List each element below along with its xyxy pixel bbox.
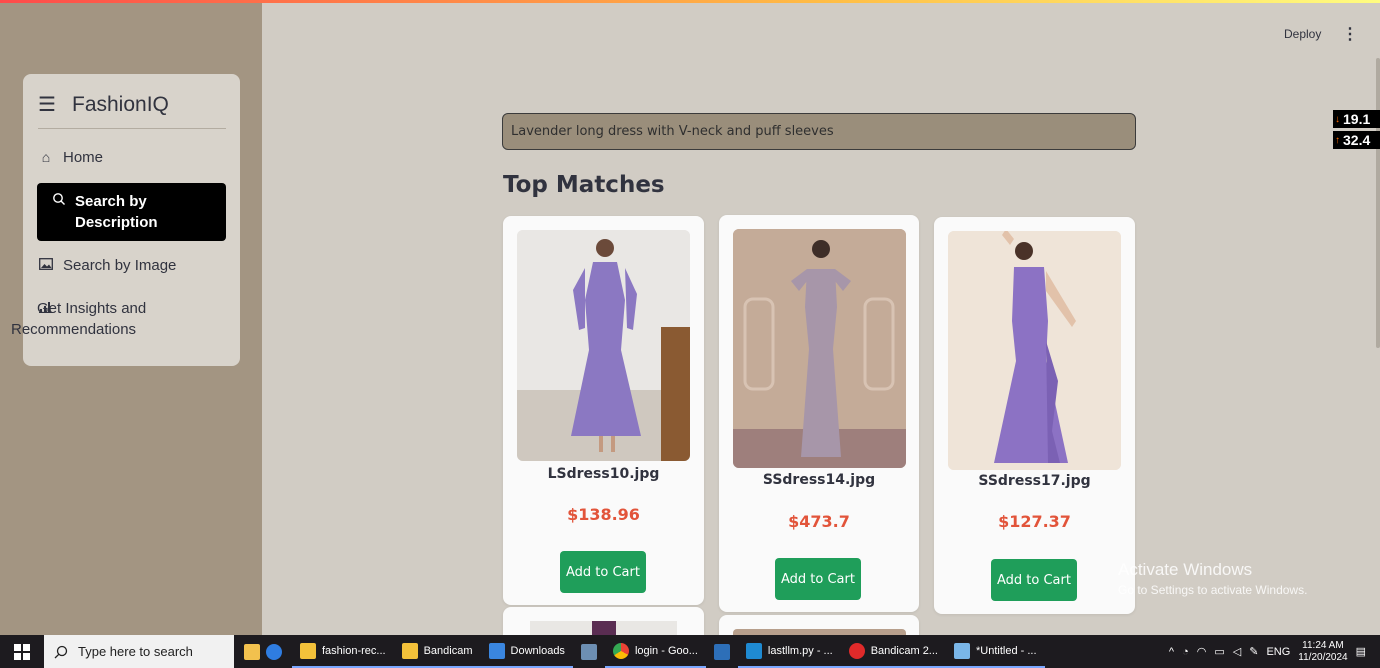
add-to-cart-button[interactable]: Add to Cart — [775, 558, 861, 600]
taskbar-app-label: Bandicam 2... — [870, 644, 938, 657]
search-icon — [54, 645, 68, 658]
notepad-icon — [953, 642, 970, 659]
add-to-cart-button[interactable]: Add to Cart — [560, 551, 646, 593]
taskbar-search[interactable]: Type here to search — [44, 635, 234, 668]
windows-start-button[interactable] — [0, 635, 44, 668]
nav-item-insights[interactable]: Get Insights and Recommendations — [11, 298, 237, 340]
badge-value: 19.1 — [1343, 111, 1371, 127]
product-image — [948, 231, 1121, 470]
taskbar-app-bandicam-folder[interactable]: Bandicam — [393, 635, 481, 668]
network-icon[interactable]: ◔ — [1182, 646, 1189, 658]
insights-label-text: Get Insights and Recommendations — [11, 300, 147, 338]
clock-date: 11/20/2024 — [1298, 651, 1348, 663]
folder-icon — [401, 642, 418, 659]
more-options-icon[interactable]: ⋮ — [1342, 24, 1358, 44]
app-icon — [580, 643, 597, 660]
product-price: $473.7 — [788, 512, 850, 531]
app-icon — [713, 643, 730, 660]
taskbar-app-devtool[interactable] — [706, 635, 738, 668]
taskbar-app-chrome[interactable]: login - Goo... — [604, 635, 706, 668]
taskbar-app-label: Downloads — [510, 644, 565, 657]
activate-windows-watermark: Activate Windows Go to Settings to activ… — [1118, 560, 1307, 597]
brand: ☰ FashionIQ — [38, 92, 169, 117]
taskbar-app-label: lastllm.py - ... — [767, 644, 833, 657]
brand-title: FashionIQ — [72, 92, 169, 116]
nav-item-label: Home — [63, 149, 104, 166]
record-icon — [848, 642, 865, 659]
nav-item-label: Get Insights and Recommendations — [11, 298, 211, 340]
nav-divider — [38, 128, 226, 129]
product-filename: LSdress10.jpg — [547, 466, 660, 482]
windows-logo-icon — [14, 643, 30, 660]
product-filename: SSdress14.jpg — [762, 472, 876, 488]
image-icon — [37, 255, 55, 276]
home-icon: ⌂ — [41, 149, 51, 165]
system-tray: ^ ◔ ◠ ▭ ◁ ✎ ENG 11:24 AM 11/20/2024 ▤ — [1169, 635, 1380, 668]
product-card: SSdress17.jpg $127.37 Add to Cart — [934, 217, 1135, 614]
taskbar-app-unknown[interactable] — [573, 635, 605, 668]
product-image — [517, 230, 690, 461]
product-filename: SSdress17.jpg — [978, 473, 1091, 489]
taskbar: Type here to search fashion-rec... Bandi… — [0, 635, 1380, 668]
vscode-icon — [745, 642, 762, 659]
taskbar-app-label: login - Goo... — [634, 644, 698, 657]
scrollbar[interactable] — [1376, 58, 1380, 348]
overlay-badge: ↓ 19.1 — [1333, 110, 1380, 128]
hamburger-icon[interactable]: ☰ — [38, 92, 56, 117]
taskbar-app-downloads[interactable]: Downloads — [480, 635, 573, 668]
watermark-subtitle: Go to Settings to activate Windows. — [1118, 583, 1308, 597]
badge-value: 32.4 — [1343, 132, 1371, 148]
taskbar-app-bandicam[interactable]: Bandicam 2... — [840, 635, 946, 668]
store-icon[interactable] — [266, 643, 282, 660]
search-icon — [51, 191, 67, 212]
clock-time: 11:24 AM — [1302, 639, 1344, 651]
folder-icon — [300, 642, 316, 659]
add-to-cart-button[interactable]: Add to Cart — [991, 559, 1077, 601]
taskbar-app-label: Bandicam — [423, 644, 473, 657]
product-image — [733, 229, 906, 468]
product-card: LSdress10.jpg $138.96 Add to Cart — [503, 216, 704, 605]
product-image — [530, 621, 677, 635]
image-fragment — [592, 621, 616, 635]
description-search-input[interactable]: Lavender long dress with V-neck and puff… — [502, 113, 1136, 150]
downloads-folder-icon — [488, 642, 505, 659]
taskbar-app-notepad[interactable]: *Untitled - ... — [945, 635, 1045, 668]
deploy-button[interactable]: Deploy — [1284, 27, 1321, 41]
wifi-icon[interactable]: ◠ — [1197, 645, 1207, 658]
chrome-icon — [612, 642, 629, 659]
nav-item-home[interactable]: ⌂ Home — [37, 147, 226, 168]
paint-icon[interactable] — [244, 643, 260, 660]
overlay-badge: ↑ 32.4 — [1333, 131, 1380, 149]
language-indicator[interactable]: ENG — [1266, 646, 1290, 658]
bar-chart-icon — [37, 298, 55, 319]
pen-icon[interactable]: ✎ — [1249, 645, 1258, 658]
nav-item-search-by-image[interactable]: Search by Image — [37, 255, 226, 276]
arrow-up-icon: ↑ — [1335, 134, 1340, 146]
taskbar-app-label: fashion-rec... — [322, 644, 386, 657]
notifications-icon[interactable]: ▤ — [1356, 645, 1366, 658]
nav-menu: ☰ FashionIQ ⌂ Home Search by Description… — [11, 74, 240, 366]
product-price: $138.96 — [567, 505, 640, 524]
taskbar-app-vscode[interactable]: lastllm.py - ... — [737, 635, 841, 668]
arrow-down-icon: ↓ — [1335, 113, 1340, 125]
product-price: $127.37 — [998, 512, 1071, 531]
volume-icon[interactable]: ◁ — [1233, 645, 1241, 658]
product-card: SSdress14.jpg $473.7 Add to Cart — [719, 215, 919, 612]
pinned-apps[interactable] — [234, 635, 292, 668]
watermark-title: Activate Windows — [1118, 560, 1253, 579]
product-card — [719, 615, 919, 635]
taskbar-search-placeholder: Type here to search — [78, 644, 193, 659]
product-card — [503, 607, 704, 635]
battery-icon[interactable]: ▭ — [1214, 645, 1224, 658]
clock[interactable]: 11:24 AM 11/20/2024 — [1298, 640, 1347, 664]
nav-item-search-by-description[interactable]: Search by Description — [37, 183, 226, 241]
results-title: Top Matches — [503, 172, 665, 198]
nav-item-label: Search by Image — [63, 257, 177, 274]
nav-item-label: Search by Description — [75, 193, 158, 231]
taskbar-app-fashion[interactable]: fashion-rec... — [292, 635, 394, 668]
chevron-up-icon[interactable]: ^ — [1169, 646, 1174, 658]
taskbar-app-label: *Untitled - ... — [975, 644, 1037, 657]
